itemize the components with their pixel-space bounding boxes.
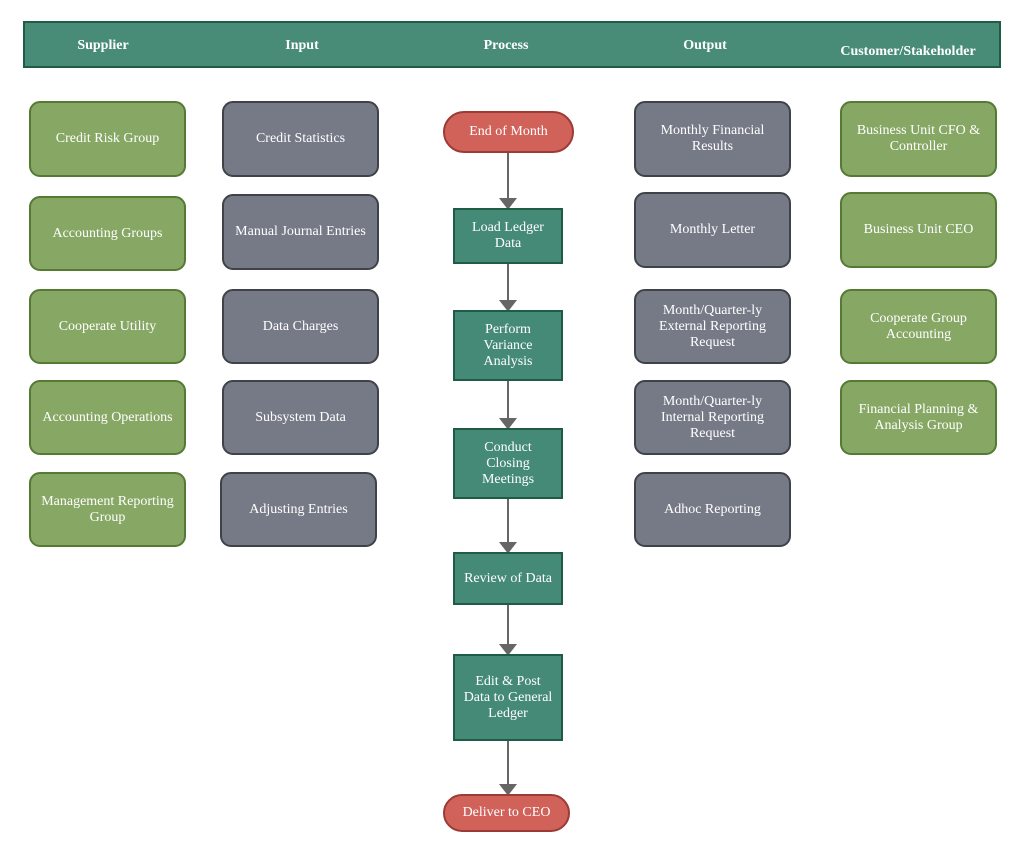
header-output: Output [683,38,727,53]
customer-box[interactable]: Cooperate Group Accounting [840,289,997,364]
process-step[interactable]: Edit & Post Data to General Ledger [453,654,563,741]
arrowhead-icon [498,542,518,554]
output-box[interactable]: Month/Quarter-ly External Reporting Requ… [634,289,791,364]
arrowhead-icon [498,300,518,312]
arrowhead-icon [498,784,518,796]
input-box[interactable]: Credit Statistics [222,101,379,177]
supplier-box[interactable]: Management Reporting Group [29,472,186,547]
header-input: Input [285,38,319,53]
customer-box[interactable]: Financial Planning & Analysis Group [840,380,997,455]
arrowhead-icon [498,198,518,210]
supplier-box[interactable]: Accounting Operations [29,380,186,455]
output-box[interactable]: Monthly Financial Results [634,101,791,177]
arrowhead-icon [498,418,518,430]
input-box[interactable]: Subsystem Data [222,380,379,455]
header-supplier: Supplier [77,38,129,53]
process-start-terminal[interactable]: End of Month [443,111,574,153]
process-end-terminal[interactable]: Deliver to CEO [443,794,570,832]
output-box[interactable]: Adhoc Reporting [634,472,791,547]
supplier-box[interactable]: Accounting Groups [29,196,186,271]
output-box[interactable]: Monthly Letter [634,192,791,268]
process-step[interactable]: Conduct Closing Meetings [453,428,563,499]
header-customer: Customer/Stakeholder [840,44,976,59]
header-process: Process [483,38,529,53]
process-step[interactable]: Load Ledger Data [453,208,563,264]
supplier-box[interactable]: Cooperate Utility [29,289,186,364]
supplier-box[interactable]: Credit Risk Group [29,101,186,177]
input-box[interactable]: Manual Journal Entries [222,194,379,270]
process-step[interactable]: Perform Variance Analysis [453,310,563,381]
customer-box[interactable]: Business Unit CEO [840,192,997,268]
customer-box[interactable]: Business Unit CFO & Controller [840,101,997,177]
process-step[interactable]: Review of Data [453,552,563,605]
arrowhead-icon [498,644,518,656]
input-box[interactable]: Adjusting Entries [220,472,377,547]
input-box[interactable]: Data Charges [222,289,379,364]
output-box[interactable]: Month/Quarter-ly Internal Reporting Requ… [634,380,791,455]
